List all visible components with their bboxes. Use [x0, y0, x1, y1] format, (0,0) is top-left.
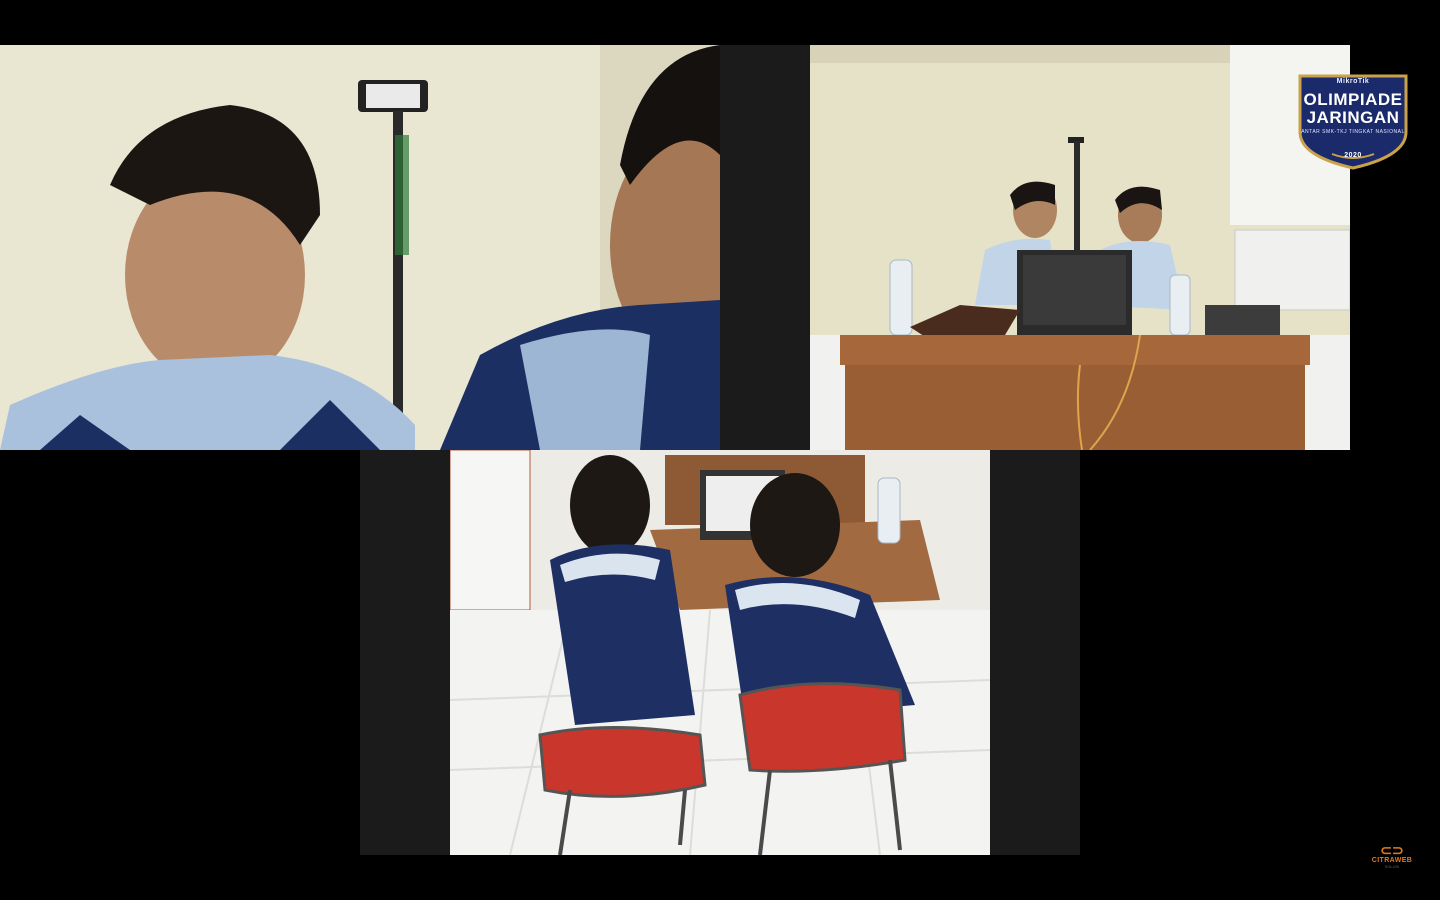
tile-gap: [360, 450, 450, 855]
logo-title-line2: JARINGAN: [1306, 108, 1400, 127]
logo-title-line1: OLIMPIADE: [1303, 90, 1403, 109]
tile-gap: [720, 45, 810, 450]
event-logo: MikroTik OLIMPIADE JARINGAN ANTAR SMK-TK…: [1292, 70, 1414, 170]
citraweb-icon: ⊂⊃: [1380, 842, 1404, 858]
video-frame: [450, 450, 990, 855]
tile-gap: [990, 450, 1080, 855]
video-tile-participants-closeup[interactable]: [0, 45, 720, 450]
sponsor-name: CITRAWEB: [1371, 857, 1413, 864]
video-tile-room-desk[interactable]: [810, 45, 1350, 450]
sponsor-tagline: SOLUSI: [1384, 864, 1400, 869]
logo-year: 2020: [1344, 152, 1362, 159]
video-frame: [0, 45, 720, 450]
logo-brand-text: MikroTik: [1336, 78, 1370, 85]
video-frame: [810, 45, 1350, 450]
logo-subtitle: ANTAR SMK-TKJ TINGKAT NASIONAL: [1301, 129, 1405, 135]
video-tile-participants-back[interactable]: [450, 450, 990, 855]
sponsor-logo: ⊂⊃ CITRAWEB SOLUSI: [1362, 843, 1422, 875]
